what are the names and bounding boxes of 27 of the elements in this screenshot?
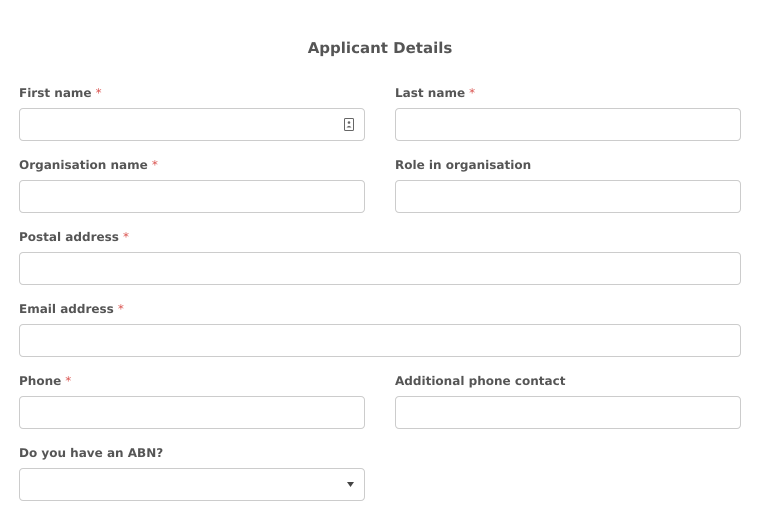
- required-mark: *: [118, 301, 124, 318]
- caret-icon: [347, 482, 354, 487]
- input-field[interactable]: [395, 108, 741, 141]
- input-field[interactable]: [19, 396, 365, 429]
- select-field[interactable]: [19, 468, 365, 501]
- input-field[interactable]: [19, 180, 365, 213]
- input-field[interactable]: [19, 108, 365, 141]
- field-label: Additional phone contact: [395, 373, 566, 390]
- required-mark: *: [65, 373, 72, 390]
- field-label: Organisation name: [19, 157, 148, 174]
- input-field[interactable]: [19, 324, 741, 357]
- input-field[interactable]: [395, 180, 741, 213]
- required-mark: *: [122, 229, 129, 246]
- input-field[interactable]: [19, 252, 741, 285]
- form-title: Applicant Details: [306, 38, 454, 58]
- field-label: Email address: [19, 301, 114, 318]
- contact-card-icon[interactable]: [344, 118, 354, 131]
- required-mark: *: [96, 85, 102, 102]
- field-label: Phone: [19, 373, 62, 390]
- required-mark: *: [152, 157, 158, 174]
- field-label: Last name: [395, 85, 466, 102]
- field-label: Do you have an ABN?: [19, 445, 164, 462]
- input-field[interactable]: [395, 396, 741, 429]
- field-label: Role in organisation: [395, 157, 532, 174]
- field-label: First name: [19, 85, 92, 102]
- field-label: Postal address: [19, 229, 119, 246]
- required-mark: *: [469, 85, 476, 102]
